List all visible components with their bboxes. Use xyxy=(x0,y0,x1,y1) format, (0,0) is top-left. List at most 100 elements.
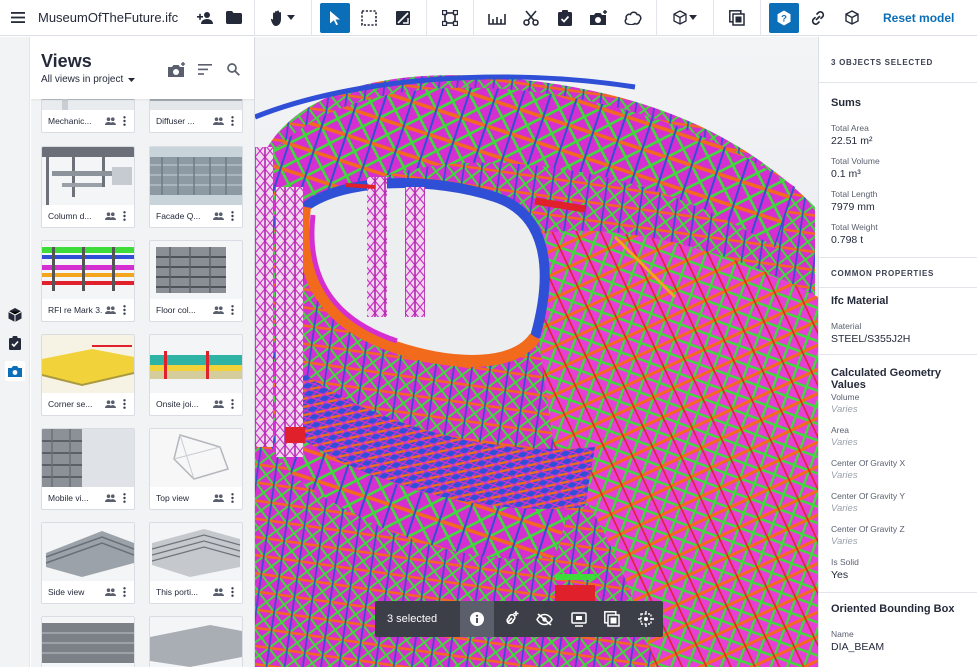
issues-tab[interactable] xyxy=(5,333,25,353)
selection-header: 3 OBJECTS SELECTED xyxy=(831,58,933,67)
prop-label: Total Weight xyxy=(831,222,878,232)
clip-button[interactable] xyxy=(516,3,546,33)
views-filter-dropdown[interactable]: All views in project xyxy=(41,74,136,85)
prop-label: Center Of Gravity Z xyxy=(831,524,905,534)
sums-title: Sums xyxy=(831,97,861,109)
folder-icon[interactable] xyxy=(220,0,248,36)
view-card[interactable] xyxy=(41,616,135,667)
measure-area-button[interactable] xyxy=(388,3,418,33)
more-options-icon[interactable] xyxy=(226,586,238,598)
fit-frame-icon xyxy=(442,9,458,26)
isolate-button[interactable] xyxy=(562,601,596,637)
box-select-button[interactable] xyxy=(354,3,384,33)
more-options-icon[interactable] xyxy=(118,210,130,222)
views-filter-label: All views in project xyxy=(41,74,124,85)
more-options-icon[interactable] xyxy=(118,115,130,127)
fit-to-view-button[interactable] xyxy=(435,3,465,33)
view-card[interactable]: This porti... xyxy=(149,522,243,604)
more-options-icon[interactable] xyxy=(226,210,238,222)
view-card[interactable]: Column d... xyxy=(41,146,135,228)
view-card[interactable]: Corner se... xyxy=(41,334,135,416)
info-tools: ? Reset model xyxy=(761,0,960,36)
select-tool-button[interactable] xyxy=(320,2,350,33)
add-user-icon[interactable] xyxy=(192,0,220,36)
layers-button[interactable] xyxy=(722,3,752,33)
properties-panel: 3 OBJECTS SELECTED Sums Total Area 22.51… xyxy=(818,37,977,667)
view-thumbnail xyxy=(150,335,242,393)
prop-value: 0.1 m³ xyxy=(831,168,861,180)
prop-value: Varies xyxy=(831,437,858,448)
more-options-icon[interactable] xyxy=(118,586,130,598)
shared-users-icon xyxy=(212,115,224,127)
view-card[interactable]: RFI re Mark 3... xyxy=(41,240,135,322)
layer-tools xyxy=(714,0,761,36)
shared-users-icon xyxy=(104,586,116,598)
hide-button[interactable] xyxy=(528,601,562,637)
shared-users-icon xyxy=(104,210,116,222)
prop-label: Center Of Gravity Y xyxy=(831,491,906,501)
more-options-icon[interactable] xyxy=(226,398,238,410)
chevron-down-icon xyxy=(128,77,136,82)
info-icon xyxy=(470,612,485,626)
markup-button[interactable] xyxy=(618,3,648,33)
link-objects-button[interactable] xyxy=(494,601,528,637)
more-options-icon[interactable] xyxy=(118,398,130,410)
box-icon xyxy=(845,10,859,25)
prop-value: 0.798 t xyxy=(831,234,864,246)
more-options-icon[interactable] xyxy=(118,304,130,316)
prop-label: Name xyxy=(831,629,854,639)
reset-model-button[interactable]: Reset model xyxy=(883,11,954,25)
pan-tool-button[interactable] xyxy=(263,3,303,33)
prop-value: 22.51 m² xyxy=(831,135,873,147)
views-tab[interactable] xyxy=(5,361,25,381)
menu-icon[interactable] xyxy=(0,0,36,36)
model-tools xyxy=(474,0,657,36)
shared-users-icon xyxy=(104,492,116,504)
camera-plus-icon xyxy=(590,10,607,25)
layers-selection-button[interactable] xyxy=(595,601,629,637)
object-mode-button[interactable] xyxy=(665,3,705,33)
link-button[interactable] xyxy=(803,3,833,33)
help-button[interactable]: ? xyxy=(769,2,799,33)
prop-label: Volume xyxy=(831,392,860,402)
more-options-icon[interactable] xyxy=(226,115,238,127)
prop-label: Total Volume xyxy=(831,156,880,166)
search-icon[interactable] xyxy=(219,59,247,79)
model-viewport[interactable]: 3 selected xyxy=(255,37,818,667)
sort-icon[interactable] xyxy=(191,59,219,79)
add-view-button[interactable] xyxy=(584,3,614,33)
link-icon xyxy=(811,10,825,25)
properties-button[interactable] xyxy=(460,601,495,637)
view-card[interactable]: Side view xyxy=(41,522,135,604)
isolate-icon xyxy=(570,611,587,627)
shared-users-icon xyxy=(212,398,224,410)
add-view-icon[interactable] xyxy=(163,59,191,79)
view-thumbnail xyxy=(42,617,134,667)
models-tab[interactable] xyxy=(5,305,25,325)
layers-icon xyxy=(604,611,621,627)
fly-to-button[interactable] xyxy=(629,601,663,637)
view-thumbnail xyxy=(150,147,242,205)
file-header: MuseumOfTheFuture.ifc xyxy=(0,0,255,36)
shared-users-icon xyxy=(104,398,116,410)
view-thumbnail xyxy=(150,617,242,667)
view-card[interactable]: Onsite joi... xyxy=(149,334,243,416)
view-card[interactable]: Facade Q... xyxy=(149,146,243,228)
model-info-button[interactable] xyxy=(837,3,867,33)
view-card[interactable]: Floor col... xyxy=(149,240,243,322)
view-card[interactable]: Mobile vi... xyxy=(41,428,135,510)
issue-button[interactable] xyxy=(550,3,580,33)
views-header: Views All views in project xyxy=(31,37,254,99)
view-card[interactable] xyxy=(149,616,243,667)
camera-icon xyxy=(8,366,22,377)
calculated-geometry-title: Calculated Geometry Values xyxy=(831,367,942,391)
view-card[interactable]: Top view xyxy=(149,428,243,510)
prop-value: DIA_BEAM xyxy=(831,641,885,653)
left-rail xyxy=(0,37,30,667)
more-options-icon[interactable] xyxy=(226,304,238,316)
shared-users-icon xyxy=(212,586,224,598)
clipboard-check-icon xyxy=(9,336,21,350)
measure-button[interactable] xyxy=(482,3,512,33)
more-options-icon[interactable] xyxy=(118,492,130,504)
more-options-icon[interactable] xyxy=(226,492,238,504)
